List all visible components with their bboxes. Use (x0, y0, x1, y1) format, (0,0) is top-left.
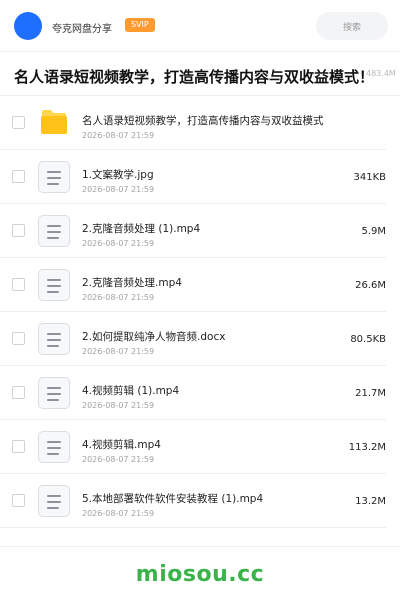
document-icon (38, 485, 70, 517)
file-date: 2026-08-07 21:59 (82, 509, 155, 518)
document-icon (38, 431, 70, 463)
file-name[interactable]: 4.视频剪辑 (1).mp4 (82, 383, 342, 398)
document-icon (38, 161, 70, 193)
file-row[interactable]: 5.本地部署软件软件安装教程 (1).mp4 2026-08-07 21:59 13… (0, 474, 400, 528)
row-checkbox[interactable] (12, 386, 25, 399)
page-title: 名人语录短视频教学，打造高传播内容与双收益模式！ (14, 68, 375, 86)
file-row[interactable]: 名人语录短视频教学，打造高传播内容与双收益模式 2026-08-07 21:59 (0, 96, 400, 150)
row-checkbox[interactable] (12, 116, 25, 129)
file-size: 13.2M (355, 496, 386, 507)
file-date: 2026-08-07 21:59 (82, 239, 155, 248)
file-size: 341KB (353, 172, 386, 183)
row-checkbox[interactable] (12, 278, 25, 291)
file-size: 21.7M (355, 388, 386, 399)
avatar[interactable] (14, 12, 42, 40)
file-name[interactable]: 4.视频剪辑.mp4 (82, 437, 342, 452)
file-name[interactable]: 2.如何提取纯净人物音频.docx (82, 329, 342, 344)
file-size: 113.2M (348, 442, 386, 453)
divider (0, 546, 400, 547)
file-name[interactable]: 名人语录短视频教学，打造高传播内容与双收益模式 (82, 113, 342, 128)
file-date: 2026-08-07 21:59 (82, 185, 155, 194)
document-icon (38, 377, 70, 409)
share-page: 夸克网盘分享 SVIP 搜索 名人语录短视频教学，打造高传播内容与双收益模式！ … (0, 0, 400, 600)
file-row[interactable]: 2.克隆音频处理.mp4 2026-08-07 21:59 26.6M (0, 258, 400, 312)
row-checkbox[interactable] (12, 440, 25, 453)
row-checkbox[interactable] (12, 170, 25, 183)
watermark: miosou.cc (135, 562, 265, 587)
document-icon (38, 323, 70, 355)
file-size: 80.5KB (350, 334, 386, 345)
row-checkbox[interactable] (12, 224, 25, 237)
document-icon (38, 269, 70, 301)
file-name[interactable]: 1.文案教学.jpg (82, 167, 342, 182)
file-size: 5.9M (361, 226, 386, 237)
file-size: 26.6M (355, 280, 386, 291)
row-checkbox[interactable] (12, 494, 25, 507)
file-list: 名人语录短视频教学，打造高传播内容与双收益模式 2026-08-07 21:59 1… (0, 96, 400, 528)
file-date: 2026-08-07 21:59 (82, 401, 155, 410)
total-size: 483.4M (366, 69, 396, 78)
file-name[interactable]: 5.本地部署软件软件安装教程 (1).mp4 (82, 491, 342, 506)
document-icon (38, 215, 70, 247)
file-date: 2026-08-07 21:59 (82, 131, 155, 140)
file-row[interactable]: 1.文案教学.jpg 2026-08-07 21:59 341KB (0, 150, 400, 204)
share-title-bar: 名人语录短视频教学，打造高传播内容与双收益模式！ 483.4M (0, 52, 400, 96)
file-row[interactable]: 4.视频剪辑.mp4 2026-08-07 21:59 113.2M (0, 420, 400, 474)
app-name: 夸克网盘分享 (52, 24, 112, 35)
file-date: 2026-08-07 21:59 (82, 347, 155, 356)
search-input[interactable]: 搜索 (316, 12, 388, 40)
header: 夸克网盘分享 SVIP 搜索 (0, 0, 400, 52)
file-date: 2026-08-07 21:59 (82, 293, 155, 302)
file-row[interactable]: 2.如何提取纯净人物音频.docx 2026-08-07 21:59 80.5KB (0, 312, 400, 366)
file-row[interactable]: 4.视频剪辑 (1).mp4 2026-08-07 21:59 21.7M (0, 366, 400, 420)
svip-badge: SVIP (125, 18, 155, 32)
file-name[interactable]: 2.克隆音频处理.mp4 (82, 275, 342, 290)
folder-icon (41, 110, 67, 134)
file-date: 2026-08-07 21:59 (82, 455, 155, 464)
row-checkbox[interactable] (12, 332, 25, 345)
file-name[interactable]: 2.克隆音频处理 (1).mp4 (82, 221, 342, 236)
file-row[interactable]: 2.克隆音频处理 (1).mp4 2026-08-07 21:59 5.9M (0, 204, 400, 258)
